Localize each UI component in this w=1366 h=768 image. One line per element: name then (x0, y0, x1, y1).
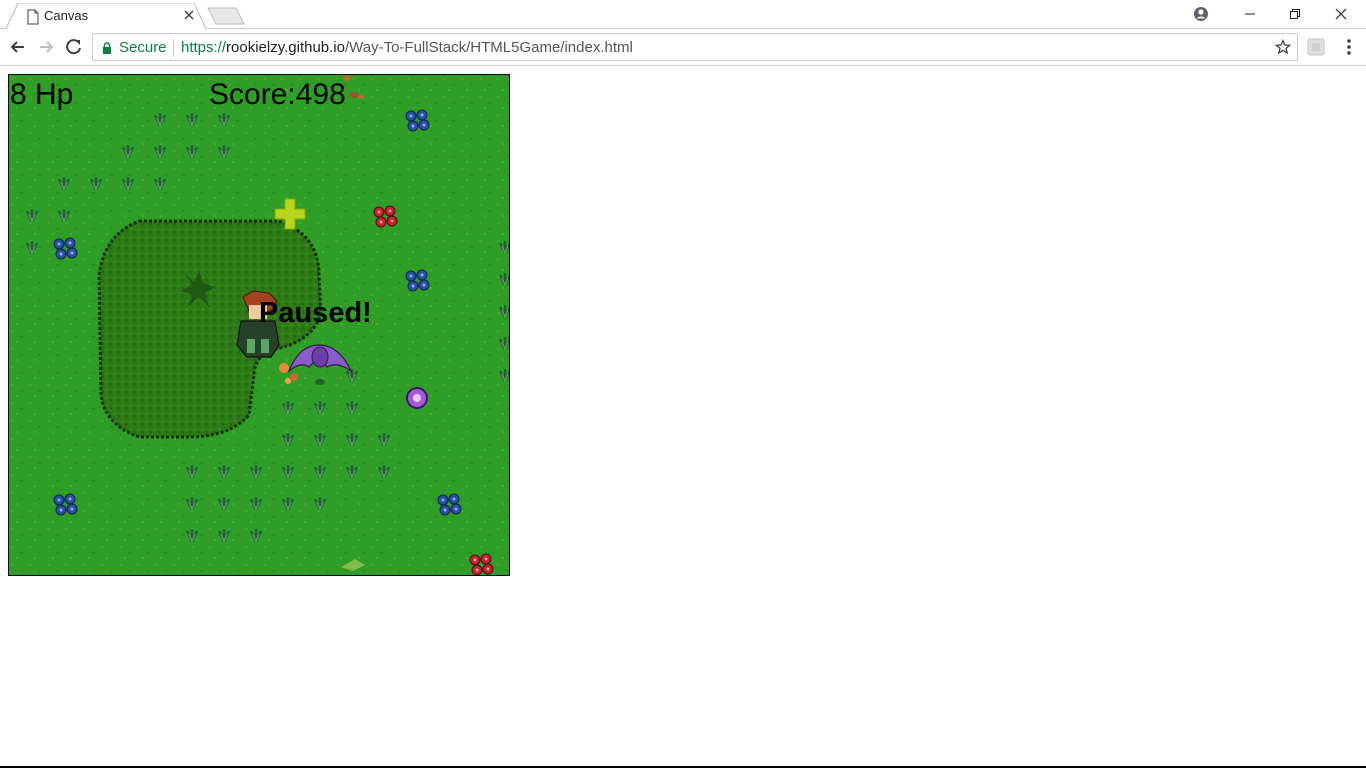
tab-title: Canvas (44, 8, 89, 23)
tab-canvas[interactable]: Canvas (6, 3, 206, 29)
magic-orb (406, 387, 428, 409)
restore-icon[interactable] (1272, 0, 1318, 28)
url-path: /Way-To-FullStack/HTML5Game/index.html (344, 39, 633, 56)
reload-icon[interactable] (64, 37, 84, 57)
game-canvas[interactable]: 8 Hp Score:498 Paused! (8, 74, 510, 576)
minimize-icon[interactable] (1227, 0, 1273, 28)
profile-icon[interactable] (1178, 0, 1224, 28)
score-display: Score:498 (209, 78, 346, 111)
lock-icon (103, 42, 111, 54)
url-host: rookielzy.github.io (226, 39, 345, 56)
extension-icon[interactable] (1307, 38, 1325, 56)
back-icon[interactable] (8, 37, 28, 57)
bookmark-star-icon[interactable] (1275, 39, 1291, 55)
browser-toolbar: Secure https://rookielzy.github.io/Way-T… (0, 29, 1366, 66)
menu-icon[interactable] (1340, 37, 1358, 57)
url-text[interactable]: https://rookielzy.github.io/Way-To-FullS… (181, 39, 633, 56)
page-icon (27, 9, 39, 25)
secure-label: Secure (119, 39, 167, 56)
close-tab-icon[interactable] (182, 8, 196, 22)
close-window-icon[interactable] (1318, 0, 1364, 28)
address-bar[interactable]: Secure https://rookielzy.github.io/Way-T… (92, 33, 1298, 61)
paused-message: Paused! (259, 297, 372, 329)
hp-display: 8 Hp (10, 78, 74, 111)
forward-icon[interactable] (36, 37, 56, 57)
omnibox-separator (173, 39, 174, 57)
url-scheme: https:// (181, 39, 227, 56)
tab-strip: Canvas (0, 0, 1366, 29)
new-tab-button[interactable] (206, 7, 246, 25)
